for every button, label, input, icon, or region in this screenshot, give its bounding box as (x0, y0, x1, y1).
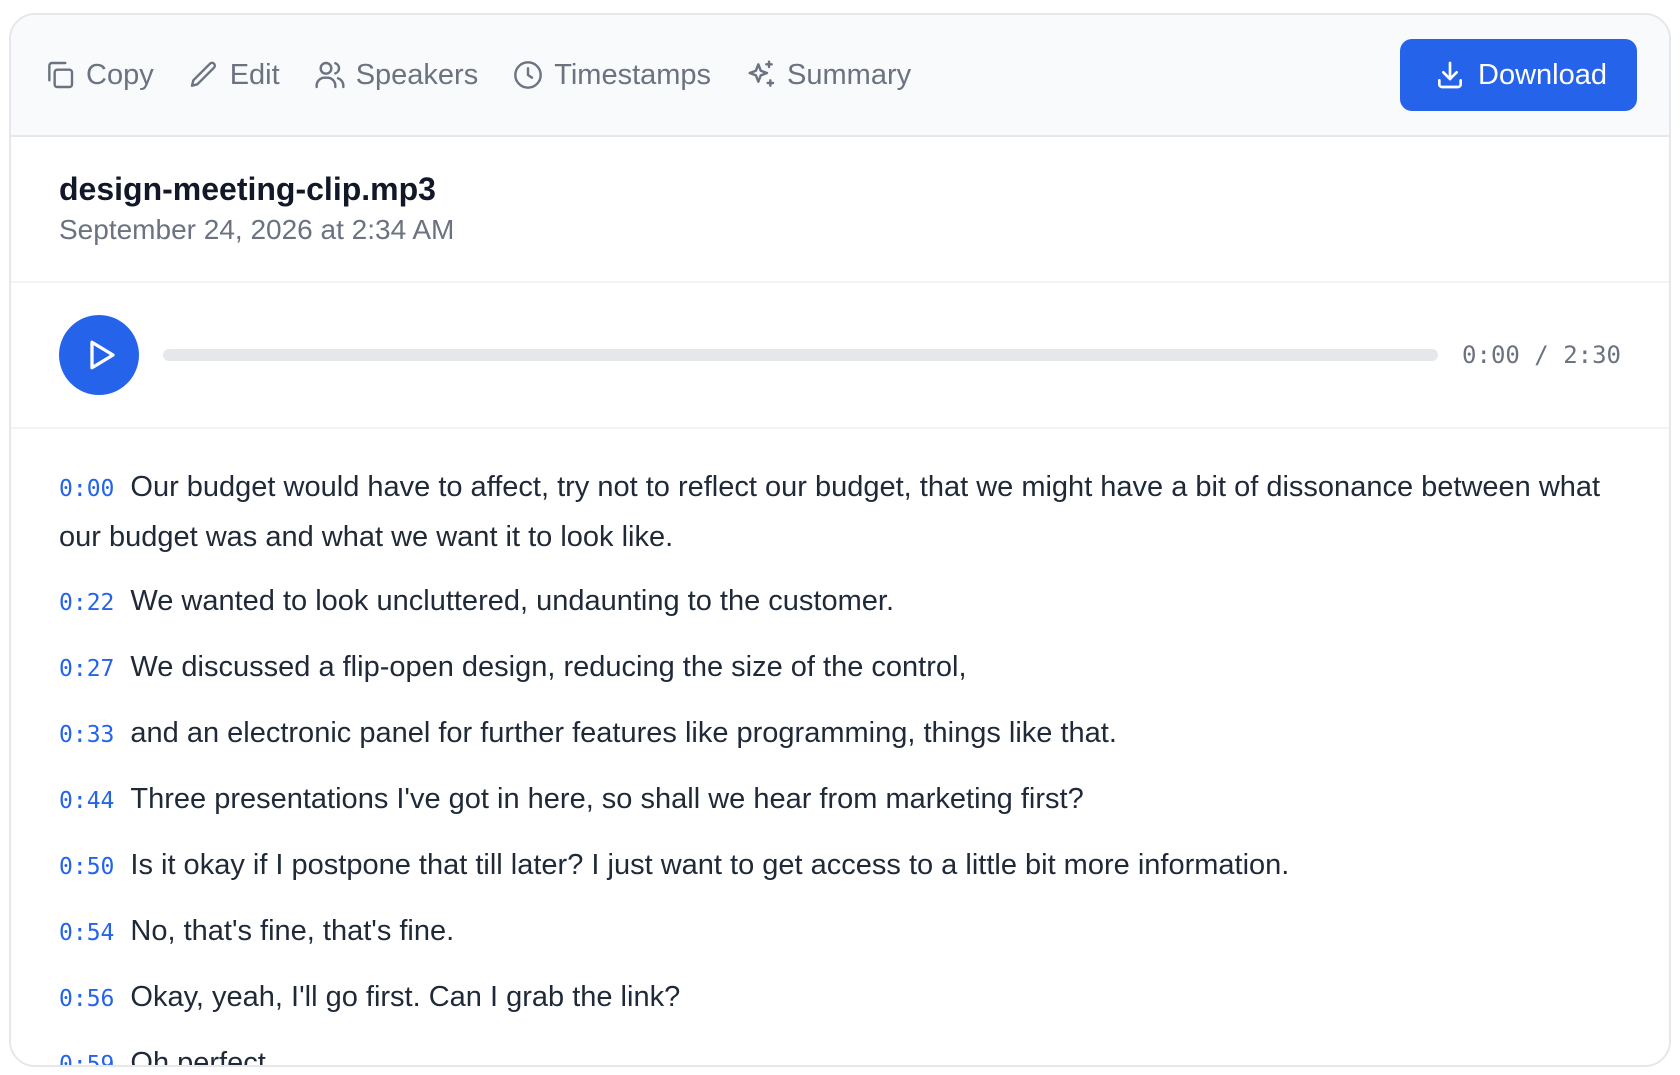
segment-text: We wanted to look uncluttered, undauntin… (130, 585, 895, 617)
transcript-segment: 0:59 Oh perfect. (59, 1039, 1609, 1067)
segment-text: Is it okay if I postpone that till later… (130, 849, 1290, 881)
users-icon (315, 61, 345, 89)
segment-timestamp[interactable]: 0:00 (59, 476, 114, 502)
pencil-icon (190, 61, 216, 87)
toolbar: Copy Edit Speakers Timestamps Summary Do… (11, 15, 1669, 137)
play-icon (90, 340, 115, 370)
play-button[interactable] (59, 315, 139, 395)
file-info: design-meeting-clip.mp3 September 24, 20… (11, 137, 1669, 283)
transcript-segment: 0:50 Is it okay if I postpone that till l… (59, 841, 1609, 891)
segment-text: Okay, yeah, I'll go first. Can I grab th… (130, 981, 681, 1013)
segment-text: and an electronic panel for further feat… (130, 717, 1117, 749)
transcript-segment: 0:22 We wanted to look uncluttered, undau… (59, 577, 1609, 627)
segment-text: Three presentations I've got in here, so… (130, 783, 1084, 815)
sparkles-icon (748, 60, 775, 87)
transcript-card: Copy Edit Speakers Timestamps Summary Do… (9, 13, 1671, 1067)
segment-timestamp[interactable]: 0:50 (59, 854, 114, 880)
file-date: September 24, 2026 at 2:34 AM (59, 214, 455, 245)
audio-player: 0:00 / 2:30 (11, 283, 1669, 429)
segment-timestamp[interactable]: 0:54 (59, 920, 114, 946)
speakers-label: Speakers (355, 58, 479, 91)
copy-icon (48, 61, 74, 89)
summary-label: Summary (787, 58, 912, 91)
copy-label: Copy (86, 58, 154, 91)
summary-button[interactable]: Summary (745, 59, 911, 92)
segment-timestamp[interactable]: 0:44 (59, 788, 114, 814)
download-icon (1438, 61, 1463, 89)
transcript-segment: 0:27 We discussed a flip-open design, red… (59, 643, 1609, 693)
segment-timestamp[interactable]: 0:22 (59, 590, 114, 616)
segment-text: We discussed a flip-open design, reducin… (130, 651, 967, 683)
transcript-list: 0:00 Our budget would have to affect, try… (11, 429, 1669, 1067)
segment-text: No, that's fine, that's fine. (130, 915, 455, 947)
transcript-segment: 0:00 Our budget would have to affect, try… (59, 463, 1609, 561)
transcript-segment: 0:56 Okay, yeah, I'll go first. Can I gra… (59, 973, 1609, 1023)
file-name: design-meeting-clip.mp3 (59, 171, 436, 207)
time-display: 0:00 / 2:30 (1462, 341, 1621, 369)
segment-text: Our budget would have to affect, try not… (59, 471, 1601, 553)
clock-icon (514, 61, 543, 89)
transcript-segment: 0:44 Three presentations I've got in here… (59, 775, 1609, 825)
download-label: Download (1478, 58, 1607, 91)
edit-label: Edit (229, 58, 280, 91)
download-button[interactable]: Download (1400, 39, 1637, 111)
segment-text: Oh perfect. (130, 1047, 274, 1067)
speakers-button[interactable]: Speakers (314, 58, 479, 92)
timestamps-button[interactable]: Timestamps (512, 59, 711, 92)
segment-timestamp[interactable]: 0:56 (59, 986, 114, 1012)
edit-button[interactable]: Edit (188, 59, 280, 92)
copy-button[interactable]: Copy (44, 59, 154, 92)
segment-timestamp[interactable]: 0:59 (59, 1052, 114, 1065)
progress-track[interactable] (163, 349, 1439, 361)
segment-timestamp[interactable]: 0:33 (59, 722, 114, 748)
timestamps-label: Timestamps (554, 58, 712, 91)
transcript-segment: 0:33 and an electronic panel for further … (59, 709, 1609, 759)
segment-timestamp[interactable]: 0:27 (59, 656, 114, 682)
transcript-segment: 0:54 No, that's fine, that's fine. (59, 907, 1609, 957)
